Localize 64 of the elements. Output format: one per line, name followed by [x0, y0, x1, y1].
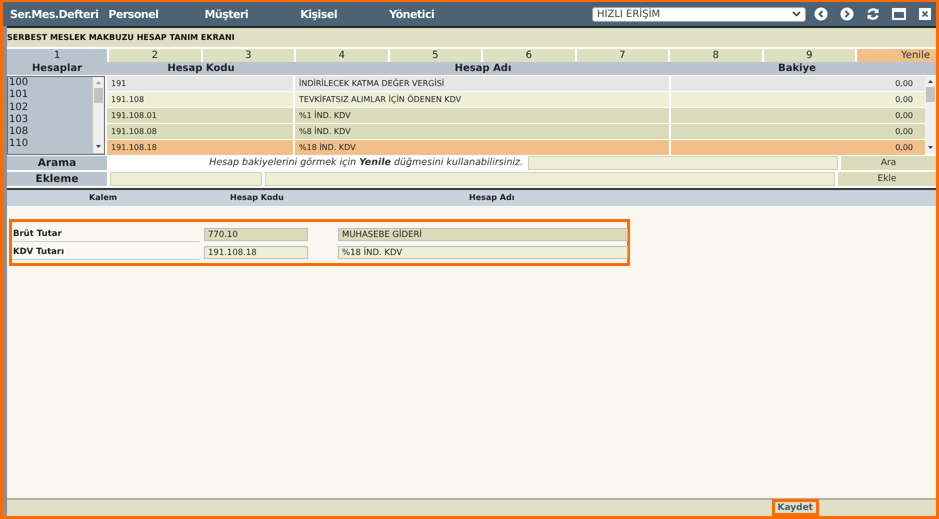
tab[interactable]: 6 [483, 49, 574, 62]
account-row[interactable]: 191.108.08 %8 İND. KDV 0,00 [107, 124, 925, 139]
search-button[interactable]: Ara [841, 156, 936, 170]
menu-item[interactable]: Müşteri [201, 6, 252, 22]
quick-access-select[interactable]: HIZLI ERİŞİM [592, 6, 806, 22]
menu-item[interactable]: Personel [105, 6, 162, 22]
column-header: Hesap Adı [454, 62, 512, 75]
list-item[interactable]: 102 [9, 102, 93, 114]
tab[interactable]: 2 [109, 49, 200, 62]
column-header: Bakiye [777, 62, 817, 75]
column-header: Hesap Kodu [166, 62, 236, 75]
menu-item[interactable]: Yönetici [386, 6, 438, 22]
column-header: Hesap Kodu [229, 192, 285, 204]
table-cell-text: 191.108.08 [110, 126, 158, 138]
brand-menu[interactable]: Ser.Mes.Defteri [7, 6, 102, 22]
search-label: Arama [7, 156, 107, 170]
account-row[interactable]: 191.108 TEVKİFATSIZ ALIMLAR İÇİN ÖDENEN KDV 0,00 [107, 92, 925, 107]
column-header: Kalem [88, 192, 118, 204]
save-button[interactable]: Kaydet [772, 499, 819, 516]
hint-text: Hesap bakiyelerini görmek için Yenile düğmesini kullanabilirsiniz. [208, 156, 524, 170]
account-name-field[interactable]: MUHASEBE GİDERİ [338, 228, 628, 241]
tab[interactable]: 8 [670, 49, 762, 62]
tab[interactable]: 7 [576, 49, 668, 62]
column-header: Hesap Adı [468, 192, 516, 204]
input-field[interactable] [110, 172, 262, 186]
input-field[interactable] [265, 172, 835, 186]
list-item[interactable]: 108 [9, 126, 93, 138]
table-cell-text: 191.108 [110, 94, 146, 106]
account-code-field[interactable]: 770.10 [204, 228, 308, 241]
back-icon[interactable] [814, 7, 828, 21]
refresh-icon[interactable] [866, 7, 880, 21]
tab[interactable]: 4 [296, 49, 388, 62]
close-icon[interactable] [918, 7, 932, 21]
account-row[interactable]: 191.108.18 %18 İND. KDV 0,00 [107, 140, 925, 155]
list-item[interactable]: 103 [9, 114, 93, 126]
tab[interactable]: 9 [764, 49, 855, 62]
forward-icon[interactable] [840, 7, 854, 21]
row-label: KDV Tutarı [12, 245, 200, 260]
list-item[interactable]: 100 [9, 77, 93, 90]
page-title: SERBEST MESLEK MAKBUZU HESAP TANIM EKRANI [7, 26, 936, 47]
account-row[interactable]: 191 İNDİRİLECEK KATMA DEĞER VERGİSİ 0,00 [107, 76, 925, 91]
account-row[interactable]: 191.108.01 %1 İND. KDV 0,00 [107, 108, 925, 123]
account-name-field[interactable]: %18 İND. KDV [338, 246, 628, 259]
list-item[interactable]: 101 [9, 89, 93, 102]
add-label: Ekleme [7, 172, 107, 186]
table-cell-text: 191 [110, 78, 128, 90]
row-label: Brüt Tutar [12, 227, 200, 242]
column-header: Hesaplar [30, 62, 84, 75]
list-item[interactable]: 110 [9, 138, 93, 151]
search-field[interactable] [528, 156, 838, 170]
refresh-button[interactable]: Yenile [857, 49, 936, 62]
tab[interactable]: 3 [202, 49, 294, 62]
tab[interactable]: 1 [7, 49, 107, 62]
menu-item[interactable]: Kişisel [297, 6, 340, 22]
table-cell-text: 191.108.01 [110, 110, 158, 122]
maximize-icon[interactable] [892, 7, 906, 21]
table-cell-text: 191.108.18 [110, 142, 158, 154]
scrollbar-drawing[interactable] [93, 77, 104, 153]
account-code-field[interactable]: 191.108.18 [204, 246, 308, 259]
scrollbar-drawing[interactable] [925, 76, 936, 154]
add-button[interactable]: Ekle [838, 172, 936, 186]
chevron-down-icon [792, 11, 801, 17]
account-listbox[interactable]: 100 101 102 103 108 110 [7, 76, 105, 155]
tab[interactable]: 5 [390, 49, 481, 62]
